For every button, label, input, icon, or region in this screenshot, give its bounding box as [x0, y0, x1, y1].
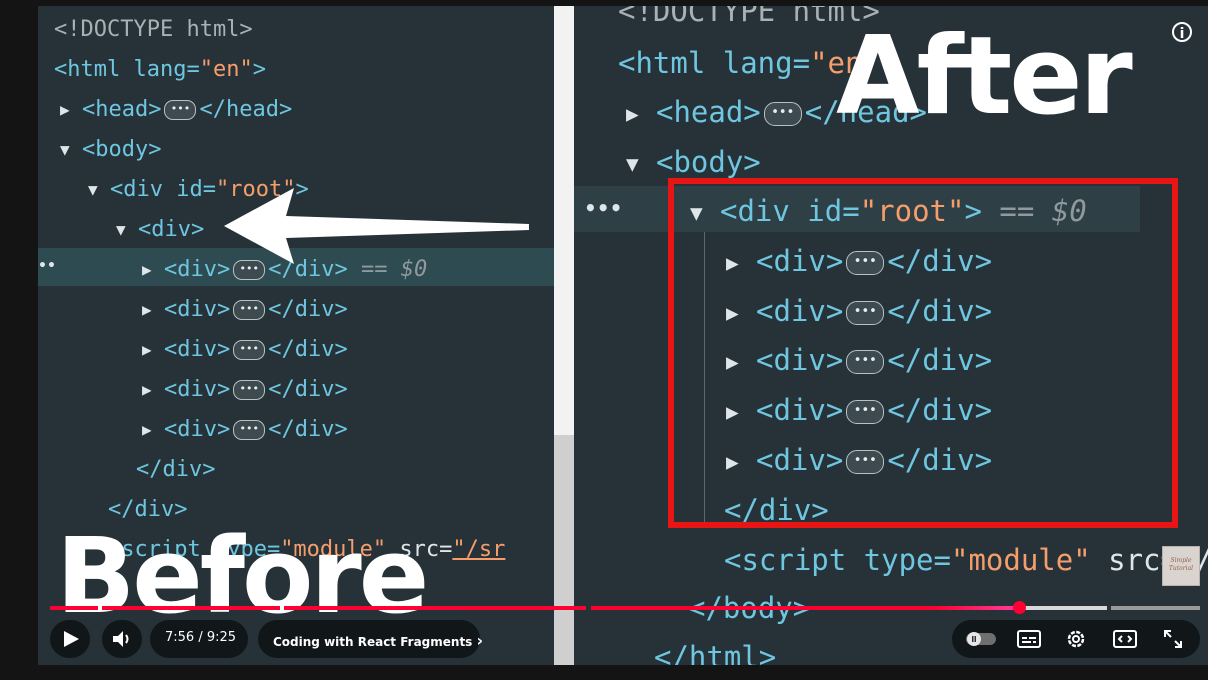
volume-button[interactable]: [102, 620, 142, 658]
ellipsis-pill[interactable]: •••: [763, 102, 802, 126]
ellipsis-pill[interactable]: •••: [233, 340, 266, 360]
expand-arrow-icon[interactable]: [142, 295, 164, 325]
fullscreen-icon: [1164, 630, 1182, 648]
ellipsis-pill[interactable]: •••: [164, 100, 197, 120]
collapse-arrow-icon[interactable]: [88, 175, 110, 205]
doctype-line: <!DOCTYPE html>: [54, 17, 253, 42]
chapter-title[interactable]: Coding with React Fragments ›: [273, 631, 483, 650]
expand-arrow-icon[interactable]: [60, 95, 82, 125]
wrapper-div-line[interactable]: <div>: [116, 215, 204, 245]
head-line[interactable]: <head>•••</head>: [60, 95, 292, 125]
body-line[interactable]: <body>: [60, 135, 161, 165]
child-div-line[interactable]: <div>•••</div>: [142, 415, 348, 445]
script-line: <script type="module" src="/: [724, 543, 1208, 577]
before-label: Before: [56, 515, 429, 637]
left-arrow-icon: [224, 188, 529, 264]
subtitles-icon: [1017, 630, 1041, 648]
row-dots: •••: [584, 196, 623, 220]
play-icon: [64, 631, 79, 647]
expand-arrow-icon[interactable]: [142, 415, 164, 445]
scrubber-handle[interactable]: [1013, 601, 1026, 614]
play-button[interactable]: [50, 620, 90, 658]
autoplay-toggle[interactable]: [964, 630, 998, 648]
child-div-line[interactable]: <div>•••</div>: [142, 295, 348, 325]
collapse-arrow-icon[interactable]: [60, 135, 82, 165]
chapter-segment-remaining[interactable]: [1111, 606, 1200, 610]
wrapper-div-close-line: </div>: [136, 457, 216, 482]
info-icon[interactable]: i: [1172, 22, 1192, 42]
scrollbar-thumb[interactable]: [554, 435, 574, 665]
ellipsis-pill[interactable]: •••: [233, 420, 266, 440]
chapter-segment-buffered[interactable]: [1020, 606, 1107, 610]
child-div-line[interactable]: <div>•••</div>: [142, 335, 348, 365]
pane-divider[interactable]: [554, 6, 574, 665]
chapter-segment[interactable]: [50, 606, 98, 610]
collapse-arrow-icon[interactable]: [116, 215, 138, 245]
channel-watermark[interactable]: Simple Tutorial: [1162, 546, 1200, 586]
progress-bar[interactable]: [50, 606, 1200, 610]
html-close-line: </html>: [654, 640, 777, 665]
expand-arrow-icon[interactable]: [626, 95, 656, 133]
child-div-line[interactable]: <div>•••</div>: [142, 375, 348, 405]
settings-gear-icon: [1067, 630, 1085, 648]
fullscreen-button[interactable]: [1162, 628, 1184, 650]
subtitles-button[interactable]: [1016, 628, 1042, 650]
after-label: After: [836, 14, 1133, 139]
chapter-segment[interactable]: [284, 606, 586, 610]
expand-arrow-icon[interactable]: [142, 375, 164, 405]
highlight-box: [668, 178, 1178, 528]
expand-arrow-icon[interactable]: [142, 335, 164, 365]
body-line[interactable]: <body>: [626, 143, 761, 183]
chapter-segment[interactable]: [591, 606, 1020, 610]
chevron-right-icon: ›: [476, 631, 484, 650]
miniplayer-icon: [1113, 630, 1137, 648]
html-open-line: <html lang="en">: [54, 57, 266, 82]
ellipsis-pill[interactable]: •••: [233, 300, 266, 320]
miniplayer-button[interactable]: [1112, 628, 1138, 650]
autoplay-toggle-icon: [966, 632, 996, 646]
settings-button[interactable]: [1064, 627, 1088, 651]
chapter-segment[interactable]: [102, 606, 280, 610]
row-dots: ••: [38, 258, 56, 274]
collapse-arrow-icon[interactable]: [626, 145, 656, 183]
ellipsis-pill[interactable]: •••: [233, 380, 266, 400]
expand-arrow-icon[interactable]: [142, 255, 164, 285]
volume-icon: [113, 631, 129, 647]
time-display: 7:56 / 9:25: [165, 630, 237, 645]
